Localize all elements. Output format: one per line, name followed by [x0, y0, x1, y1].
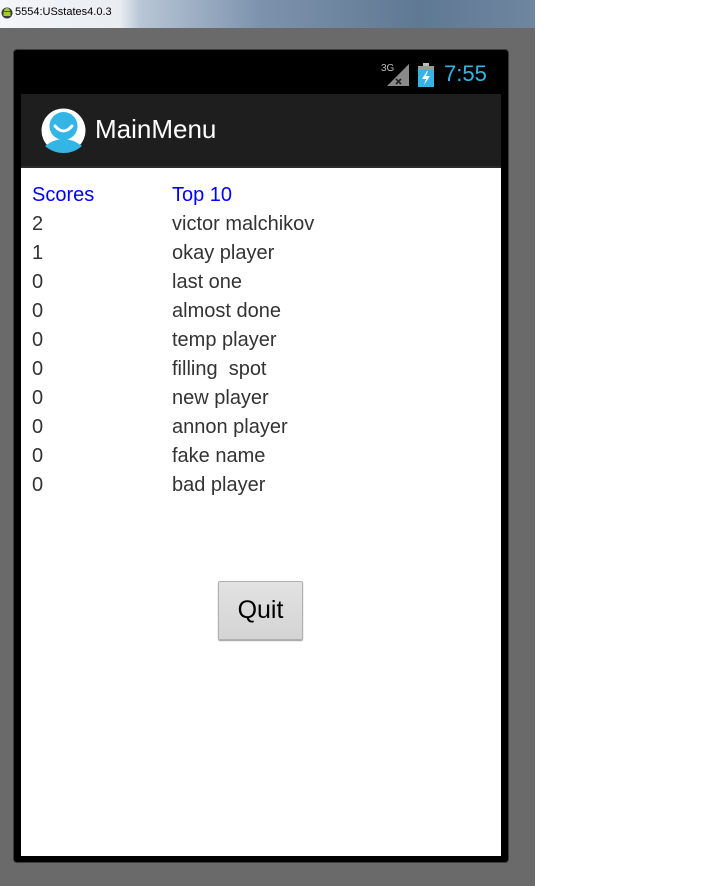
score-value: 0 — [32, 358, 44, 380]
status-clock: 7:55 — [444, 61, 487, 86]
score-value: 0 — [32, 387, 44, 409]
list-item: 0 annon player — [0, 416, 500, 445]
list-item: 1 okay player — [0, 242, 500, 271]
scores-list: 2 victor malchikov 1 okay player 0 last one… — [0, 213, 500, 503]
quit-button[interactable]: Quit — [218, 581, 303, 640]
list-item: 0 filling spot — [0, 358, 500, 387]
signal-icon: 3G — [381, 63, 409, 86]
player-name: okay player — [172, 242, 275, 264]
list-item: 0 last one — [0, 271, 500, 300]
player-name: almost done — [172, 300, 281, 322]
android-icon — [1, 7, 13, 19]
list-item: 0 almost done — [0, 300, 500, 329]
score-value: 0 — [32, 474, 44, 496]
player-name: victor malchikov — [172, 213, 315, 235]
score-value: 2 — [32, 213, 44, 235]
player-name: last one — [172, 271, 243, 293]
emulator-title: 5554:USstates4.0.3 — [15, 6, 112, 18]
player-name: filling spot — [172, 358, 267, 380]
score-value: 1 — [32, 242, 44, 264]
app-avatar-icon[interactable] — [41, 108, 86, 153]
action-bar — [21, 94, 501, 168]
battery-charging-icon — [418, 63, 434, 87]
list-item: 0 temp player — [0, 329, 500, 358]
score-value: 0 — [32, 445, 44, 467]
score-value: 0 — [32, 300, 44, 322]
list-item: 0 bad player — [0, 474, 500, 503]
score-value: 0 — [32, 271, 44, 293]
score-value: 0 — [32, 329, 44, 351]
list-item: 0 new player — [0, 387, 500, 416]
list-item: 2 victor malchikov — [0, 213, 500, 242]
score-value: 0 — [32, 416, 44, 438]
top10-column-header: Top 10 — [172, 184, 233, 206]
network-type-label: 3G — [381, 63, 395, 74]
emulator-title-bar[interactable]: 5554:USstates4.0.3 — [0, 0, 535, 28]
player-name: annon player — [172, 416, 288, 438]
list-item: 0 fake name — [0, 445, 500, 474]
player-name: bad player — [172, 474, 266, 496]
page-title: MainMenu — [95, 114, 217, 144]
player-name: fake name — [172, 445, 266, 467]
scores-column-header: Scores — [32, 184, 95, 206]
player-name: new player — [172, 387, 269, 409]
player-name: temp player — [172, 329, 277, 351]
